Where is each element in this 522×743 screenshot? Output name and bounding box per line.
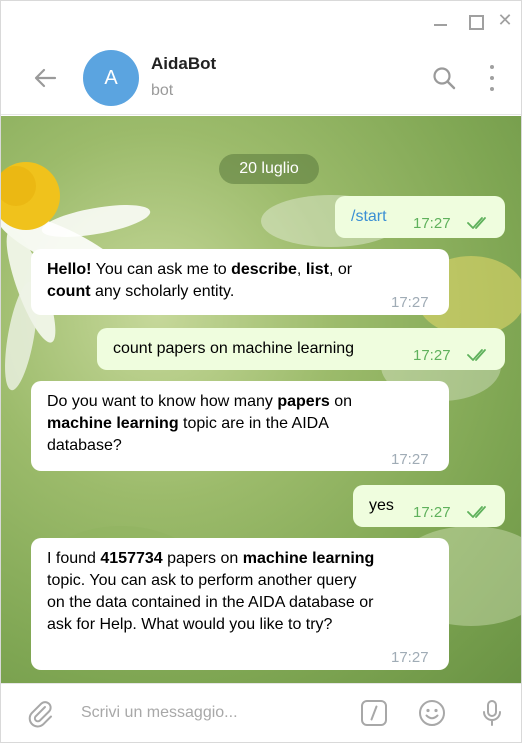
chat-subtitle: bot bbox=[151, 82, 174, 99]
message-time: 17:27 bbox=[391, 451, 429, 468]
message-time: 17:27 bbox=[413, 215, 451, 232]
outgoing-message[interactable]: /start 17:27 bbox=[335, 196, 505, 238]
outgoing-message[interactable]: count papers on machine learning 17:27 bbox=[97, 328, 505, 370]
message-text: I found 4157734 papers on machine learni… bbox=[47, 550, 375, 633]
close-button[interactable]: ✕ bbox=[493, 9, 517, 33]
search-icon[interactable] bbox=[431, 65, 457, 91]
message-text: yes bbox=[369, 497, 394, 514]
read-checkmark-icon bbox=[467, 349, 486, 361]
back-arrow-icon[interactable] bbox=[31, 63, 61, 93]
telegram-window: ✕ A AidaBot bot 20 luglio /start 17:27 H… bbox=[0, 0, 522, 743]
message-list[interactable]: 20 luglio /start 17:27 Hello! You can as… bbox=[1, 116, 521, 683]
incoming-message[interactable]: Hello! You can ask me to describe, list,… bbox=[31, 249, 449, 315]
minimize-button[interactable] bbox=[429, 9, 453, 33]
message-composer: Scrivi un messaggio... bbox=[1, 683, 521, 742]
message-time: 17:27 bbox=[391, 649, 429, 666]
microphone-icon[interactable] bbox=[477, 698, 507, 728]
bot-command-icon[interactable] bbox=[359, 698, 389, 728]
read-checkmark-icon bbox=[467, 217, 486, 229]
message-text: Hello! You can ask me to describe, list,… bbox=[47, 261, 353, 300]
outgoing-message[interactable]: yes 17:27 bbox=[353, 485, 505, 527]
message-time: 17:27 bbox=[391, 294, 429, 311]
message-time: 17:27 bbox=[413, 504, 451, 521]
message-text: /start bbox=[351, 208, 387, 225]
paperclip-icon[interactable] bbox=[25, 698, 55, 728]
incoming-message[interactable]: Do you want to know how many papers on m… bbox=[31, 381, 449, 471]
read-checkmark-icon bbox=[467, 506, 486, 518]
chat-title[interactable]: AidaBot bbox=[151, 54, 216, 74]
date-badge: 20 luglio bbox=[219, 154, 319, 184]
message-text: Do you want to know how many papers on m… bbox=[47, 393, 353, 454]
chat-header: A AidaBot bot bbox=[1, 41, 521, 115]
message-time: 17:27 bbox=[413, 347, 451, 364]
more-menu-icon[interactable] bbox=[487, 65, 497, 93]
maximize-button[interactable] bbox=[463, 9, 487, 33]
message-input[interactable]: Scrivi un messaggio... bbox=[81, 704, 238, 722]
emoji-icon[interactable] bbox=[417, 698, 447, 728]
message-text: count papers on machine learning bbox=[113, 340, 355, 357]
incoming-message[interactable]: I found 4157734 papers on machine learni… bbox=[31, 538, 449, 670]
avatar[interactable]: A bbox=[83, 50, 139, 106]
title-bar: ✕ bbox=[1, 1, 521, 41]
